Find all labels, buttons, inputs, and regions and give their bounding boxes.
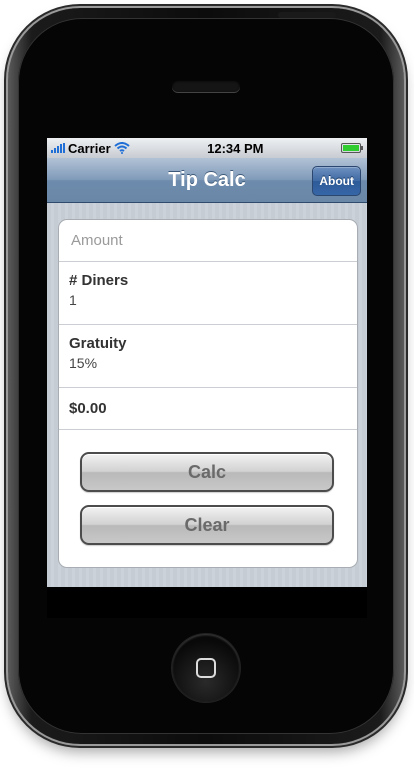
diners-value: 1 — [69, 292, 77, 308]
status-bar: Carrier 12:34 PM — [47, 138, 367, 158]
navigation-bar: Tip Calc About — [47, 158, 367, 203]
clear-button[interactable]: Clear — [80, 505, 334, 545]
gratuity-row[interactable]: Gratuity 15% — [59, 325, 357, 388]
total-amount: $0.00 — [69, 400, 107, 417]
amount-row — [59, 220, 357, 262]
calc-button[interactable]: Calc — [80, 452, 334, 492]
diners-label: # Diners — [69, 272, 129, 289]
signal-icon — [51, 143, 65, 153]
gratuity-label: Gratuity — [69, 335, 127, 352]
status-left: Carrier — [51, 141, 130, 156]
wifi-icon — [113, 142, 130, 154]
diners-row[interactable]: # Diners 1 — [59, 262, 357, 325]
home-button[interactable] — [172, 634, 240, 702]
screen-bottom — [47, 587, 367, 618]
earpiece-speaker — [172, 80, 240, 92]
clock-time: 12:34 PM — [207, 140, 264, 156]
content-area: # Diners 1 Gratuity 15% $0.00 Calc Clear — [47, 203, 367, 587]
form-panel: # Diners 1 Gratuity 15% $0.00 Calc Clear — [58, 219, 358, 568]
about-button[interactable]: About — [312, 166, 361, 196]
page-title: Tip Calc — [168, 168, 246, 191]
gratuity-value: 15% — [69, 355, 98, 371]
amount-input[interactable] — [69, 231, 347, 250]
total-row: $0.00 — [59, 388, 357, 430]
phone-screen: Carrier 12:34 PM Tip Calc About # Diners — [47, 138, 367, 618]
home-square-icon — [196, 658, 216, 678]
carrier-label: Carrier — [68, 140, 111, 156]
battery-icon — [340, 143, 363, 153]
